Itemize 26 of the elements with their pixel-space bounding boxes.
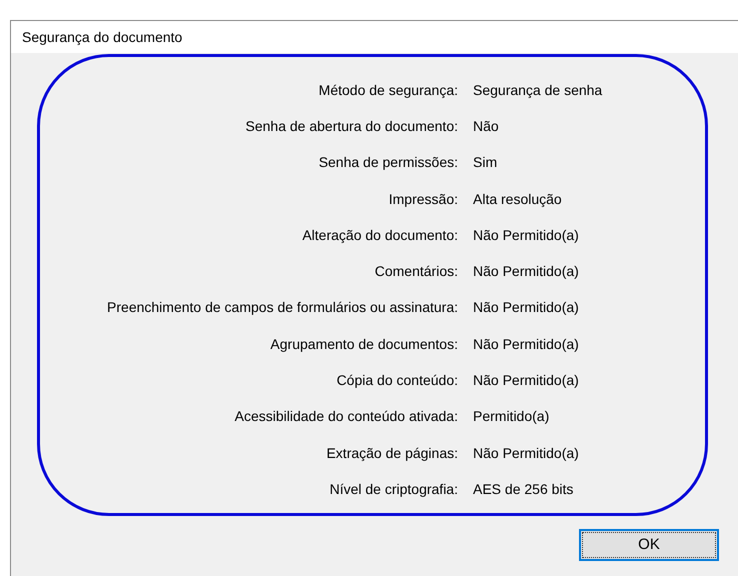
field-label: Impressão: <box>388 190 458 207</box>
field-value: Não <box>473 118 499 134</box>
field-label: Método de segurança: <box>318 82 458 98</box>
window-title: Segurança do documento <box>22 28 182 47</box>
field-value: Permitido(a) <box>473 408 550 424</box>
field-label: Cópia do conteúdo: <box>336 372 458 388</box>
field-label: Senha de permissões: <box>318 154 458 170</box>
field-label: Senha de abertura do documento: <box>246 118 458 134</box>
field-value: Não Permitido(a) <box>473 299 579 316</box>
field-value: Não Permitido(a) <box>473 444 579 461</box>
field-label: Preenchimento de campos de formulários ou assinatura: <box>107 299 458 316</box>
field-value: Não Permitido(a) <box>473 372 579 388</box>
field-value: Não Permitido(a) <box>473 336 579 352</box>
field-value: Sim <box>473 154 498 170</box>
field-value: Alta resolução <box>473 190 562 207</box>
field-value: Não Permitido(a) <box>473 226 579 243</box>
ok-button[interactable]: OK <box>579 529 719 561</box>
field-label: Extração de páginas: <box>326 444 458 461</box>
field-label: Nível de criptografia: <box>330 480 458 497</box>
field-label: Alteração do documento: <box>302 226 458 243</box>
field-label: Comentários: <box>374 263 458 280</box>
field-value: Não Permitido(a) <box>473 263 579 280</box>
field-value: AES de 256 bits <box>473 480 574 497</box>
field-label: Agrupamento de documentos: <box>270 336 458 352</box>
field-label: Acessibilidade do conteúdo ativada: <box>234 408 458 424</box>
field-value: Segurança de senha <box>473 82 602 98</box>
